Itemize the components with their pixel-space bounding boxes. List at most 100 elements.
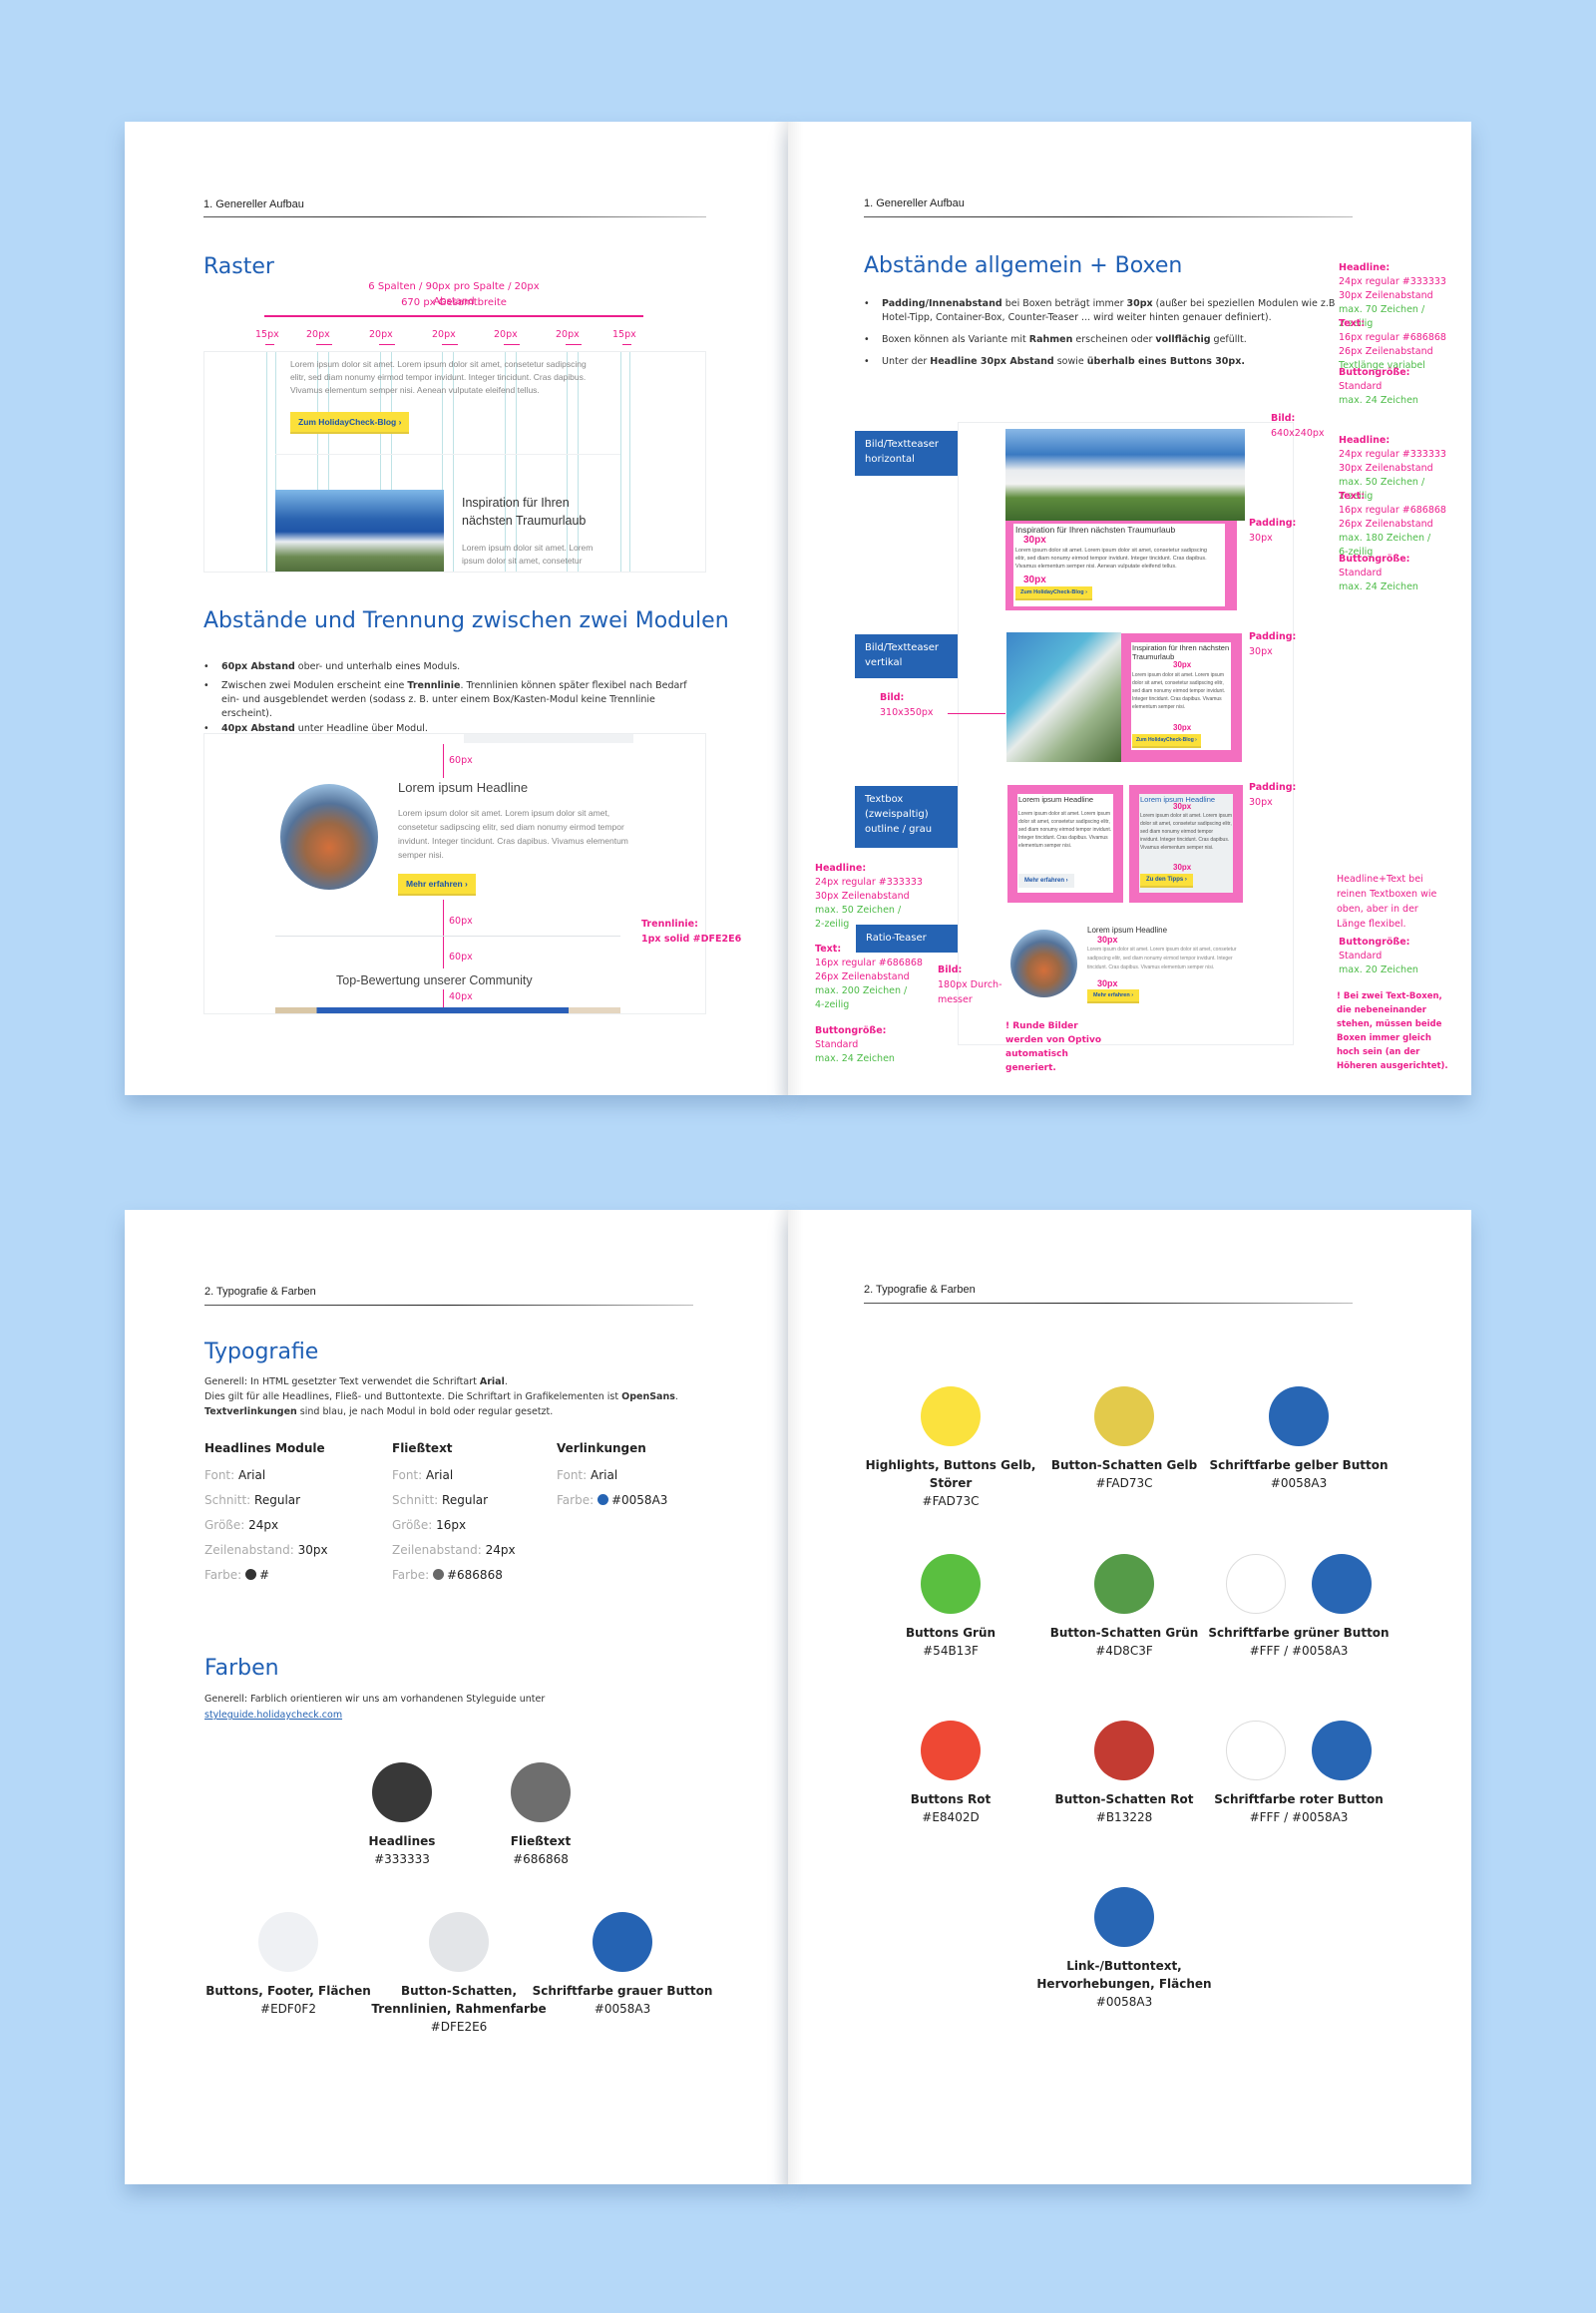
annotation-padding: Padding: 30px <box>1249 518 1297 544</box>
annotation-head: Buttongröße: <box>1339 367 1410 378</box>
box-more-button[interactable]: Mehr erfahren › <box>1018 874 1074 888</box>
mock-text: Lorem ipsum dolor sit amet. Lorem ipsum … <box>398 808 628 860</box>
page-header: 1. Genereller Aufbau <box>864 197 965 209</box>
spec-key: Zeilenabstand: <box>204 1543 294 1557</box>
header-divider <box>204 1305 693 1306</box>
spec-key: Schnitt: <box>204 1493 251 1507</box>
spec-value: Arial <box>426 1468 454 1482</box>
annotation-limit: max. 24 Zeichen <box>815 1053 895 1064</box>
box-blog-button[interactable]: Zum HolidayCheck-Blog › <box>1015 586 1092 600</box>
annotation-line: 16px regular #686868 <box>815 958 923 968</box>
annotation-head: Buttongröße: <box>1339 937 1410 948</box>
swatch-label: Schriftfarbe grüner Button <box>1208 1626 1390 1640</box>
annotation-padding: Padding: 30px <box>1249 782 1297 808</box>
mock-blog-button[interactable]: Zum HolidayCheck-Blog › <box>290 412 410 434</box>
column-title: Headlines Module <box>204 1441 325 1455</box>
swatch-dots <box>1024 1554 1224 1624</box>
color-circle-icon <box>921 1386 981 1446</box>
mock-community-image <box>275 1007 620 1013</box>
color-swatch: Button-Schatten Grün #4D8C3F <box>1024 1554 1224 1660</box>
color-swatch: Fließtext #686868 <box>441 1762 640 1868</box>
spacing-30px: 30px <box>1173 802 1192 811</box>
swatch-dots <box>523 1912 722 1982</box>
swatch-dots <box>1024 1721 1224 1790</box>
rule-item: Zwischen zwei Modulen erscheint eine Tre… <box>203 679 702 721</box>
page-header: 2. Typografie & Farben <box>204 1286 316 1298</box>
swatch-code: #686868 <box>513 1852 569 1866</box>
swatch-label: Buttons Grün <box>905 1626 997 1640</box>
annotation-limit: max. 20 Zeichen <box>1339 964 1418 975</box>
annotation-b2: Buttongröße: Standard max. 24 Zeichen <box>1339 553 1458 594</box>
spacing-label: 60px <box>449 952 473 963</box>
annotation-h3: Headline: 24px regular #333333 30px Zeilen… <box>815 862 935 932</box>
swatch-label: Link-/Buttontext, Hervorhebungen, Fläche… <box>1036 1959 1212 1991</box>
typography-column: Verlinkungen Font: Arial Farbe: #0058A3 <box>557 1441 736 1513</box>
tag-teaser-vertical: Bild/Textteaser vertikal <box>855 634 968 678</box>
gap-label: 15px <box>612 329 636 340</box>
box-headline: Inspiration für Ihren nächsten Traumurla… <box>1132 643 1230 661</box>
annotation-line: 16px regular #686868 <box>1339 505 1446 516</box>
spec-row: Farbe: #686868 <box>392 1563 572 1588</box>
color-dot-icon <box>597 1494 608 1505</box>
header-divider <box>864 216 1353 217</box>
annotation-bild-310: Bild: 310x350px <box>880 692 934 718</box>
spec-row: Font: Arial <box>557 1463 736 1488</box>
gap-marker <box>316 344 332 345</box>
mock-more-button[interactable]: Mehr erfahren › <box>398 874 476 896</box>
ratio-more-button[interactable]: Mehr erfahren › <box>1087 989 1140 1003</box>
annotation-line: Standard <box>1339 951 1383 962</box>
section-title-boxen: Abstände allgemein + Boxen <box>864 253 1183 278</box>
annotation-head: Headline: <box>1339 435 1391 446</box>
color-swatch: Schriftfarbe roter Button #FFF / #0058A3 <box>1199 1721 1398 1826</box>
page-header: 1. Genereller Aufbau <box>203 198 304 210</box>
annotation-line: 24px regular #333333 <box>1339 449 1446 460</box>
box-rules-list: Padding/Innenabstand bei Boxen beträgt i… <box>864 297 1363 374</box>
box-text: Lorem ipsum dolor sit amet. Lorem ipsum … <box>1015 548 1207 570</box>
annotation-head: Buttongröße: <box>815 1025 887 1036</box>
spec-row: Größe: 16px <box>392 1513 572 1538</box>
color-swatch: Buttons Rot #E8402D <box>851 1721 1050 1826</box>
rule-item: Boxen können als Variante mit Rahmen ers… <box>864 333 1363 347</box>
annotation-line: 30px Zeilenabstand <box>815 891 910 902</box>
page-fold <box>773 122 803 1095</box>
annotation-line: 26px Zeilenabstand <box>1339 346 1433 357</box>
box-headline: Inspiration für Ihren nächsten Traumurla… <box>1015 525 1176 535</box>
spec-key: Farbe: <box>557 1493 595 1507</box>
spacing-label: 40px <box>449 991 473 1002</box>
annotation-head: Text: <box>1339 318 1366 329</box>
annotation-limit: max. 24 Zeichen <box>1339 581 1418 592</box>
mock-divider <box>275 454 620 455</box>
padding-box-vertical: Inspiration für Ihren nächsten Traumurla… <box>1121 633 1242 762</box>
styleguide-link[interactable]: styleguide.holidaycheck.com <box>204 1708 342 1723</box>
swatch-label: Fließtext <box>510 1834 572 1848</box>
color-swatch: Schriftfarbe grauer Button #0058A3 <box>523 1912 722 2018</box>
annotation-line: 24px regular #333333 <box>815 877 923 888</box>
typography-column: Headlines Module Font: Arial Schnitt: Regu… <box>204 1441 384 1588</box>
column-title: Verlinkungen <box>557 1441 646 1455</box>
color-circle-icon <box>511 1762 571 1822</box>
header-divider <box>864 1303 1353 1304</box>
color-circle-icon <box>1269 1386 1329 1446</box>
color-swatch: Schriftfarbe grüner Button #FFF / #0058A3 <box>1199 1554 1398 1660</box>
color-swatch: Buttons, Footer, Flächen #EDF0F2 <box>189 1912 388 2018</box>
ratio-headline: Lorem ipsum Headline <box>1087 926 1168 935</box>
gap-label: 20px <box>306 329 330 340</box>
swatch-label: Schriftfarbe roter Button <box>1214 1792 1384 1806</box>
color-swatch: Button-Schatten Rot #B13228 <box>1024 1721 1224 1826</box>
box-content: Inspiration für Ihren nächsten Traumurla… <box>1131 642 1231 750</box>
spec-value: 24px <box>485 1543 516 1557</box>
annotation-limit: max. 180 Zeichen / <box>1339 533 1431 544</box>
trennlinie-annotation: Trennlinie: 1px solid #DFE2E6 <box>641 919 742 945</box>
box-tips-button[interactable]: Zu den Tipps › <box>1140 874 1193 888</box>
color-circle-icon <box>372 1762 432 1822</box>
spec-key: Größe: <box>392 1518 433 1532</box>
annotation-limit: max. 70 Zeichen / <box>1339 304 1425 315</box>
swatch-code: #54B13F <box>923 1644 979 1658</box>
swatch-dots <box>851 1554 1050 1624</box>
spec-row: Zeilenabstand: 30px <box>204 1538 384 1563</box>
gap-marker <box>442 344 458 345</box>
box-text: Lorem ipsum dolor sit amet. Lorem ipsum … <box>1140 813 1232 851</box>
color-circle-icon <box>258 1912 318 1972</box>
spec-key: Größe: <box>204 1518 245 1532</box>
box-blog-button[interactable]: Zum HolidayCheck-Blog › <box>1132 734 1201 748</box>
